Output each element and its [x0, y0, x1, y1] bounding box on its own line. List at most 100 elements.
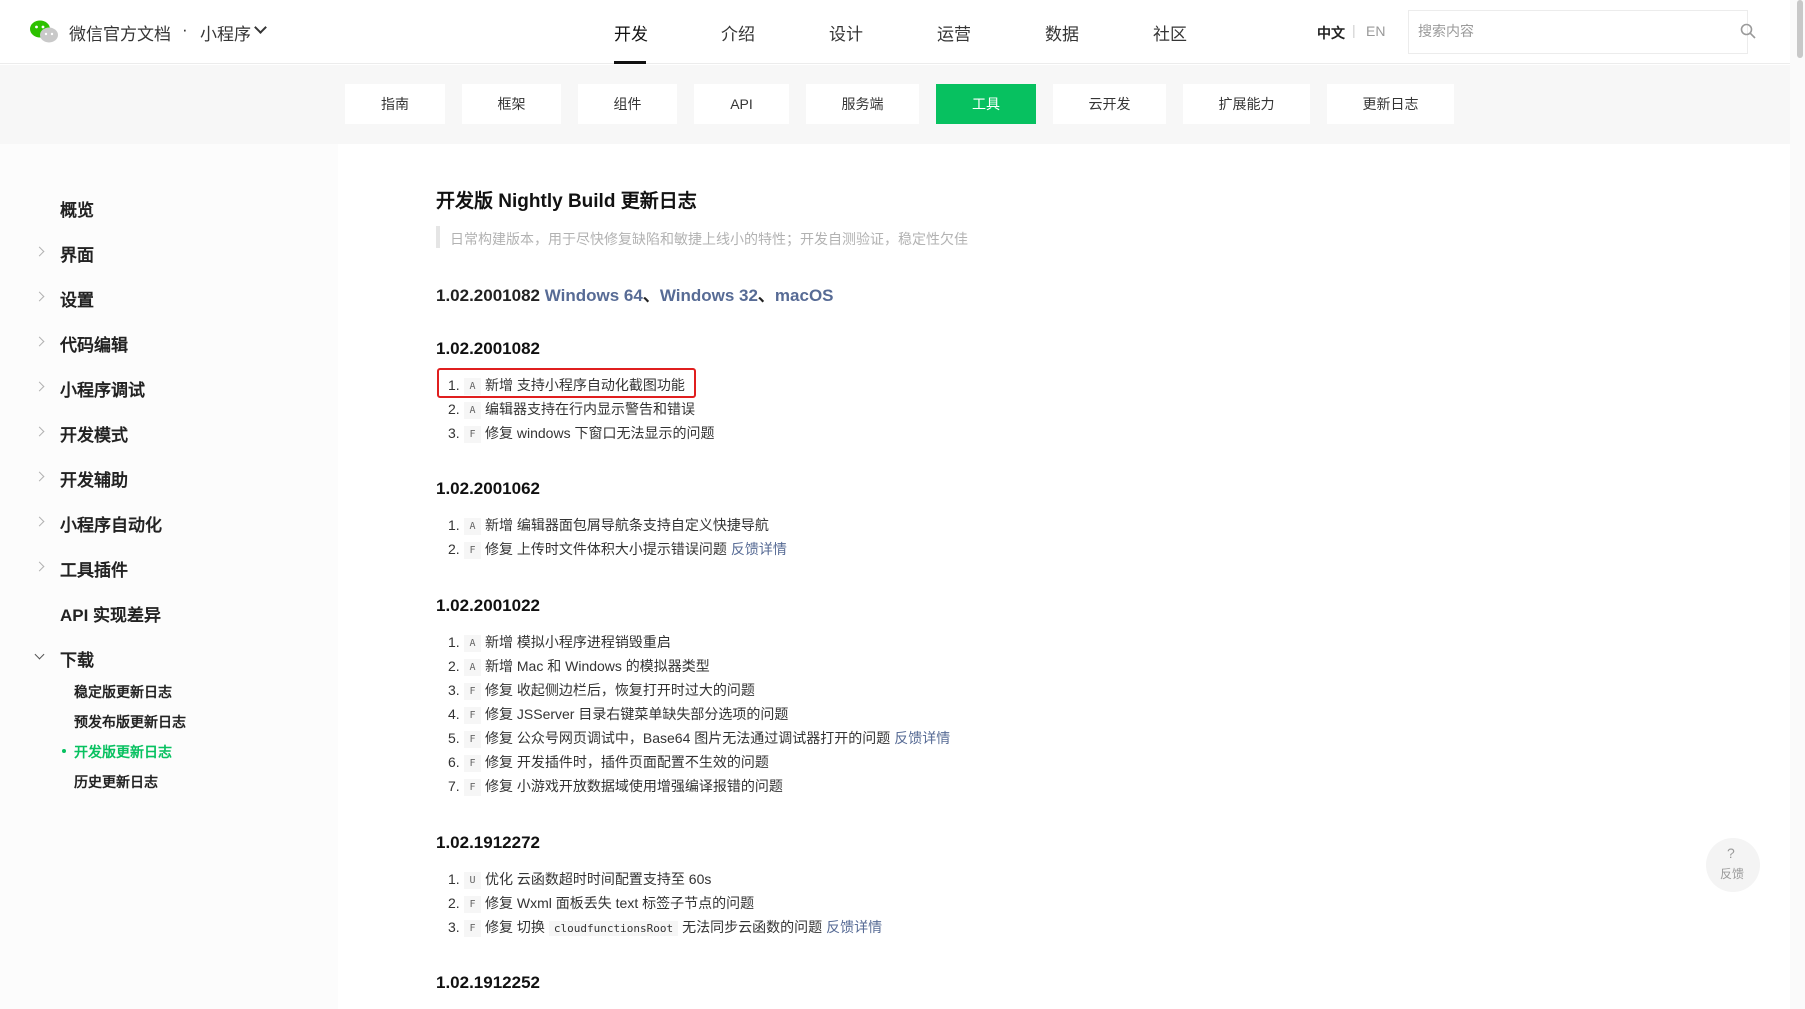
download-separator: 、	[642, 286, 660, 305]
feedback-label[interactable]: 反馈	[1720, 865, 1744, 882]
sidebar-item-interface[interactable]: 界面	[60, 241, 94, 266]
list-item: 3. F 修复 windows 下窗口无法显示的问题	[448, 423, 714, 443]
list-item-text: 优化 云函数超时时间配置支持至 60s	[485, 871, 712, 887]
search-input[interactable]	[1418, 23, 1698, 39]
change-type-tag: U	[464, 872, 481, 889]
sidebar-item-debug[interactable]: 小程序调试	[60, 376, 145, 401]
change-type-tag: A	[464, 518, 481, 535]
list-item-number: 4.	[448, 706, 460, 722]
sidebar-item-automation[interactable]: 小程序自动化	[60, 511, 162, 536]
nav-operations[interactable]: 运营	[937, 20, 971, 45]
feedback-detail-link[interactable]: 反馈详情	[731, 541, 787, 557]
tab-cloud[interactable]: 云开发	[1053, 84, 1166, 124]
product-switcher[interactable]: 小程序	[200, 20, 251, 45]
download-macos-link[interactable]: macOS	[775, 286, 834, 305]
lang-zh-link[interactable]: 中文	[1317, 23, 1345, 43]
tab-api[interactable]: API	[694, 84, 789, 124]
tab-tools[interactable]: 工具	[936, 84, 1036, 124]
search-icon[interactable]	[1740, 23, 1756, 39]
release-version-heading: 1.02.2001022	[436, 596, 540, 615]
tab-guide[interactable]: 指南	[345, 84, 445, 124]
scrollbar-thumb[interactable]	[1797, 0, 1803, 58]
list-item: 2. A 编辑器支持在行内显示警告和错误	[448, 399, 695, 419]
search-box[interactable]	[1408, 10, 1748, 54]
page-description: 日常构建版本，用于尽快修复缺陷和敏捷上线小的特性；开发自测验证，稳定性欠佳	[450, 231, 968, 247]
lang-separator: |	[1352, 22, 1356, 38]
feedback-detail-link[interactable]: 反馈详情	[894, 730, 950, 746]
page-title: 开发版 Nightly Build 更新日志	[436, 191, 697, 212]
sidebar-item-download[interactable]: 下载	[60, 646, 94, 671]
list-item: 2. F 修复 Wxml 面板丢失 text 标签子节点的问题	[448, 893, 754, 913]
sidebar-item-overview[interactable]: 概览	[60, 196, 94, 221]
nav-design[interactable]: 设计	[829, 20, 863, 45]
help-icon[interactable]: ?	[1727, 845, 1735, 861]
release-version-heading: 1.02.2001062	[436, 479, 540, 498]
download-windows32-link[interactable]: Windows 32	[660, 286, 758, 305]
list-item-text: 无法同步云函数的问题	[682, 919, 823, 935]
nav-data[interactable]: 数据	[1045, 20, 1079, 45]
change-type-tag: F	[464, 731, 481, 748]
sidebar-item-dev-mode[interactable]: 开发模式	[60, 421, 128, 446]
tab-changelog[interactable]: 更新日志	[1327, 84, 1454, 124]
list-item: 1. A 新增 支持小程序自动化截图功能	[448, 375, 685, 395]
list-item-text: 修复 Wxml 面板丢失 text 标签子节点的问题	[485, 895, 755, 911]
list-item-number: 1.	[448, 871, 460, 887]
scrollbar[interactable]	[1790, 0, 1805, 1009]
chevron-down-icon[interactable]	[254, 21, 267, 34]
list-item: 5. F 修复 公众号网页调试中，Base64 图片无法通过调试器打开的问题 反馈详情	[448, 728, 950, 748]
download-separator: 、	[757, 286, 775, 305]
list-item-text: 新增 编辑器面包屑导航条支持自定义快捷导航	[485, 517, 769, 533]
sidebar-subitem-prerelease-log[interactable]: 预发布版更新日志	[74, 712, 186, 732]
sidebar-subitem-history-log[interactable]: 历史更新日志	[74, 772, 158, 792]
list-item: 4. F 修复 JSServer 目录右键菜单缺失部分选项的问题	[448, 704, 788, 724]
change-type-tag: A	[464, 659, 481, 676]
change-type-tag: A	[464, 402, 481, 419]
list-item-text: 修复 公众号网页调试中，Base64 图片无法通过调试器打开的问题	[485, 730, 891, 746]
nav-develop[interactable]: 开发	[614, 20, 648, 45]
tab-server[interactable]: 服务端	[806, 84, 919, 124]
release-version-heading: 1.02.1912252	[436, 973, 540, 992]
sidebar-subitem-nightly-log[interactable]: 开发版更新日志	[74, 742, 172, 762]
download-windows64-link[interactable]: Windows 64	[545, 286, 643, 305]
sidebar-item-plugins[interactable]: 工具插件	[60, 556, 128, 581]
nav-intro[interactable]: 介绍	[721, 20, 755, 45]
change-type-tag: F	[464, 920, 481, 937]
release-version-heading: 1.02.2001082	[436, 339, 540, 358]
list-item-number: 6.	[448, 754, 460, 770]
sidebar	[0, 144, 338, 1009]
tab-components[interactable]: 组件	[578, 84, 677, 124]
list-item-number: 3.	[448, 682, 460, 698]
lang-en-link[interactable]: EN	[1366, 23, 1385, 39]
list-item-text: 新增 支持小程序自动化截图功能	[485, 377, 685, 393]
list-item-number: 2.	[448, 895, 460, 911]
change-type-tag: F	[464, 683, 481, 700]
nav-community[interactable]: 社区	[1153, 20, 1187, 45]
list-item: 6. F 修复 开发插件时，插件页面配置不生效的问题	[448, 752, 769, 772]
list-item-text: 修复 切换	[485, 919, 545, 935]
sidebar-item-api-diff[interactable]: API 实现差异	[60, 601, 161, 626]
sidebar-item-settings[interactable]: 设置	[60, 286, 94, 311]
feedback-detail-link[interactable]: 反馈详情	[826, 919, 882, 935]
nav-active-indicator	[614, 61, 646, 64]
sidebar-item-code-editor[interactable]: 代码编辑	[60, 331, 128, 356]
list-item: 2. A 新增 Mac 和 Windows 的模拟器类型	[448, 656, 710, 676]
list-item-text: 修复 收起侧边栏后，恢复打开时过大的问题	[485, 682, 755, 698]
list-item-number: 3.	[448, 425, 460, 441]
brand-title[interactable]: 微信官方文档	[69, 20, 171, 45]
change-type-tag: A	[464, 378, 481, 395]
list-item-text: 修复 windows 下窗口无法显示的问题	[485, 425, 715, 441]
list-item-text: 修复 开发插件时，插件页面配置不生效的问题	[485, 754, 769, 770]
list-item: 3. F 修复 切换 cloudfunctionsRoot 无法同步云函数的问题 反馈详情	[448, 917, 882, 937]
list-item-number: 5.	[448, 730, 460, 746]
sidebar-subitem-stable-log[interactable]: 稳定版更新日志	[74, 682, 172, 702]
change-type-tag: F	[464, 896, 481, 913]
list-item: 3. F 修复 收起侧边栏后，恢复打开时过大的问题	[448, 680, 755, 700]
sidebar-item-dev-assist[interactable]: 开发辅助	[60, 466, 128, 491]
tab-framework[interactable]: 框架	[462, 84, 561, 124]
list-item-text: 编辑器支持在行内显示警告和错误	[485, 401, 695, 417]
quote-bar	[436, 226, 440, 248]
list-item-number: 3.	[448, 919, 460, 935]
tab-extensions[interactable]: 扩展能力	[1183, 84, 1310, 124]
wechat-logo-icon[interactable]	[29, 19, 59, 45]
download-version: 1.02.2001082	[436, 286, 540, 305]
